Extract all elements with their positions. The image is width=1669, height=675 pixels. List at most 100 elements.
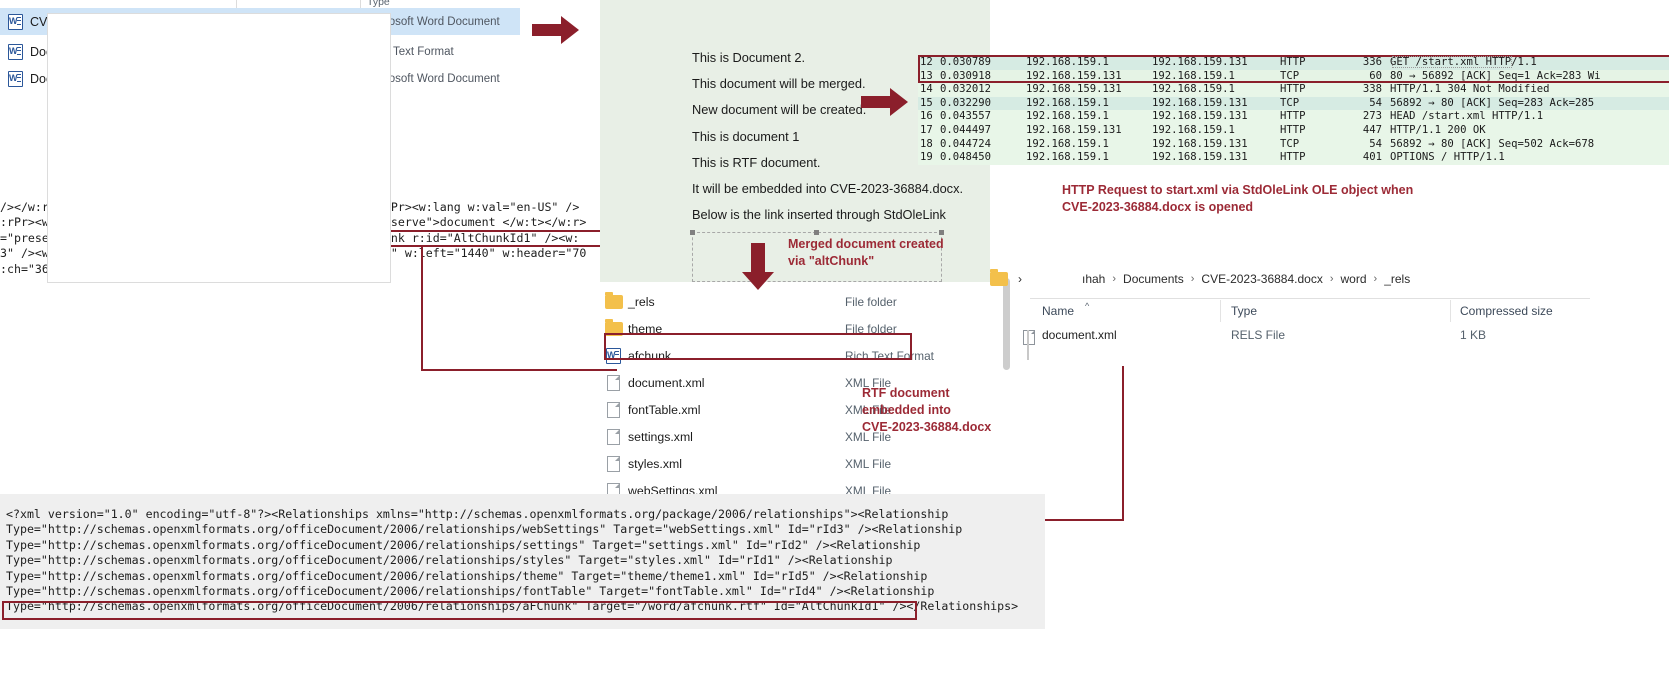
annotation-http-request: HTTP Request to start.xml via StdOleLink…	[1062, 183, 1414, 214]
callout-line-horizontal	[421, 369, 617, 371]
xml-line: Type="http://schemas.openxmlformats.org/…	[6, 522, 963, 537]
packet-protocol: TCP	[1280, 137, 1300, 150]
breadcrumb-item-documents[interactable]: Documents	[1123, 272, 1184, 286]
packet-source: 192.168.159.1	[1026, 137, 1109, 150]
breadcrumb-item-word[interactable]: word	[1341, 272, 1367, 286]
column-divider[interactable]	[1450, 300, 1451, 322]
explorer-file-list-rels[interactable]: › ıhah › Documents › CVE-2023-36884.docx…	[990, 262, 1590, 362]
chevron-right-icon: ›	[1112, 273, 1117, 285]
packet-row[interactable]: 16 0.043557 192.168.159.1 192.168.159.13…	[918, 110, 1669, 124]
list-left-border	[1027, 330, 1029, 360]
list-item[interactable]: styles.xml XML File	[595, 450, 1015, 477]
packet-row[interactable]: 19 0.048450 192.168.159.1 192.168.159.13…	[918, 151, 1669, 165]
packet-destination: 192.168.159.131	[1152, 96, 1248, 109]
file-name: settings.xml	[628, 429, 693, 444]
resize-handle[interactable]	[814, 230, 819, 235]
list-item[interactable]: _rels File folder	[595, 288, 1015, 315]
column-header-name[interactable]: Name	[1042, 304, 1074, 318]
file-name: document.xml	[1042, 328, 1117, 342]
packet-source: 192.168.159.131	[1026, 124, 1122, 136]
folder-icon	[605, 291, 623, 309]
packet-no: 19	[920, 151, 933, 164]
packet-time: 0.032290	[940, 96, 992, 109]
resize-handle[interactable]	[690, 230, 695, 235]
packet-info: HTTP/1.1 200 OK	[1390, 124, 1486, 136]
packet-length: 338	[1362, 83, 1382, 96]
column-header-type[interactable]: Type	[367, 0, 390, 8]
packet-time: 0.044497	[940, 124, 992, 136]
file-name: document.xml	[628, 375, 705, 390]
column-divider[interactable]	[1220, 300, 1221, 322]
packet-row[interactable]: 18 0.044724 192.168.159.1 192.168.159.13…	[918, 137, 1669, 152]
packet-source: 192.168.159.1	[1026, 110, 1109, 123]
annotation-rtf-embedded: RTF document embedded into CVE-2023-3688…	[862, 386, 992, 434]
packet-length: 54	[1369, 137, 1382, 150]
packet-protocol: TCP	[1280, 96, 1300, 109]
packet-row[interactable]: 17 0.044497 192.168.159.131 192.168.159.…	[918, 124, 1669, 138]
flow-arrow-right	[861, 88, 908, 116]
packet-no: 15	[920, 96, 933, 109]
packet-no: 16	[920, 110, 933, 123]
flow-arrow-right	[532, 16, 579, 44]
packet-length: 54	[1369, 96, 1382, 109]
packet-time: 0.044724	[940, 137, 992, 150]
packet-time: 0.032012	[940, 83, 992, 96]
breadcrumb-item-docx[interactable]: CVE-2023-36884.docx	[1201, 272, 1322, 286]
breadcrumb[interactable]: › ıhah › Documents › CVE-2023-36884.docx…	[990, 267, 1410, 291]
packet-row[interactable]: 14 0.032012 192.168.159.131 192.168.159.…	[918, 83, 1669, 97]
xml-line: <?xml version="1.0" encoding="utf-8"?><R…	[6, 507, 949, 521]
sort-ascending-icon: ^	[1085, 301, 1090, 311]
packet-info-focus-outline	[1392, 56, 1512, 68]
column-header-row: Name ^ Type Compressed size	[1030, 298, 1590, 324]
packet-length: 447	[1362, 124, 1382, 136]
packet-protocol: HTTP	[1280, 83, 1306, 96]
annotation-merged-document: Merged document created via "altChunk"	[788, 237, 944, 268]
document-paragraph: This is document 1	[692, 129, 800, 144]
packet-destination: 192.168.159.131	[1152, 137, 1248, 150]
file-size: 1 KB	[1460, 328, 1487, 342]
table-row[interactable]: document.xml RELS File 1 KB	[1023, 328, 1590, 350]
packet-destination: 192.168.159.1	[1152, 124, 1235, 136]
packet-no: 18	[920, 137, 933, 150]
packet-protocol: HTTP	[1280, 124, 1306, 136]
packet-source: 192.168.159.1	[1026, 96, 1109, 109]
breadcrumb-chevron[interactable]: ›	[1018, 272, 1022, 286]
column-header-type[interactable]: Type	[1231, 304, 1257, 318]
resize-handle[interactable]	[939, 230, 944, 235]
callout-line-horizontal	[1040, 519, 1124, 521]
document-paragraph: New document will be created.	[692, 102, 867, 117]
packet-no: 14	[920, 83, 933, 96]
column-header-compressed-size[interactable]: Compressed size	[1460, 304, 1553, 318]
breadcrumb-item-rels[interactable]: _rels	[1384, 272, 1410, 286]
xml-file-icon	[607, 455, 620, 472]
breadcrumb-item-user[interactable]: ıhah	[1082, 272, 1105, 286]
flow-arrow-down	[742, 243, 774, 290]
packet-time: 0.043557	[940, 110, 992, 123]
word-document-icon	[8, 70, 23, 87]
packet-row[interactable]: 15 0.032290 192.168.159.1 192.168.159.13…	[918, 96, 1669, 111]
packet-time: 0.048450	[940, 151, 992, 164]
packet-destination: 192.168.159.1	[1152, 83, 1235, 96]
file-name: _rels	[628, 294, 655, 309]
packet-info: HTTP/1.1 304 Not Modified	[1390, 83, 1550, 96]
file-type: File folder	[845, 294, 897, 309]
packet-no: 17	[920, 124, 933, 136]
xml-file-icon	[607, 428, 620, 445]
callout-line-vertical	[421, 247, 423, 371]
word-document-icon	[8, 13, 23, 30]
afchunk-relationship-highlight-box	[2, 601, 917, 620]
packet-info: OPTIONS / HTTP/1.1	[1390, 151, 1505, 164]
document-paragraph: This document will be merged.	[692, 76, 866, 91]
file-type: XML File	[845, 456, 892, 471]
xml-line: Type="http://schemas.openxmlformats.org/…	[6, 537, 921, 552]
packet-info: HEAD /start.xml HTTP/1.1	[1390, 110, 1544, 123]
document-paragraph: This is RTF document.	[692, 155, 821, 170]
packet-source: 192.168.159.1	[1026, 151, 1109, 164]
chevron-right-icon: ›	[1329, 273, 1334, 285]
afchunk-highlight-box	[604, 333, 912, 360]
packet-destination: 192.168.159.131	[1152, 110, 1248, 123]
file-type: RELS File	[1231, 328, 1286, 342]
document-paragraph: Below is the link inserted through StdOl…	[692, 207, 946, 222]
xml-file-icon	[607, 401, 620, 418]
file-name: fontTable.xml	[628, 402, 701, 417]
